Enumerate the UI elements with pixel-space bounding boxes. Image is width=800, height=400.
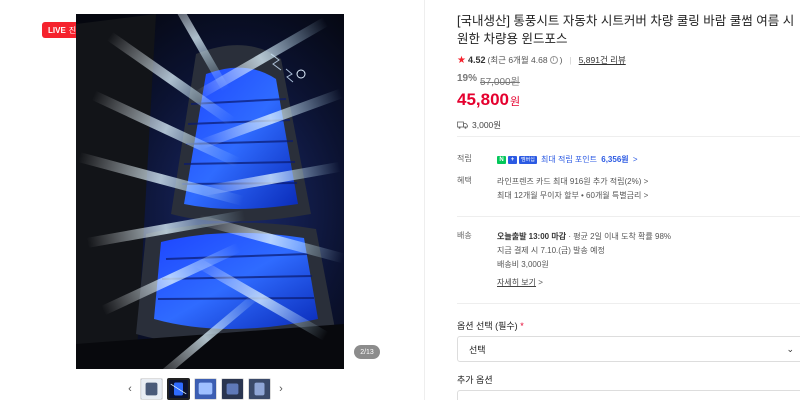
- thumbnail-strip: ‹ ›: [124, 378, 287, 400]
- rating-score: 4.52: [467, 55, 486, 65]
- thumbnail[interactable]: [194, 378, 217, 400]
- chevron-down-icon: ⌄: [786, 344, 794, 354]
- sale-price: 45,800: [457, 90, 509, 109]
- product-gallery: LIVE 진행중 >: [0, 0, 424, 400]
- discount-rate: 19%: [457, 73, 478, 84]
- discount-row: 19% 57,000원: [457, 73, 800, 88]
- benefit-label: 혜택: [457, 176, 472, 185]
- benefit-rows: 라인프렌즈 카드 최대 916원 추가 적립(2%) > 최대 12개월 무이자…: [497, 175, 648, 203]
- arrival-probability: · 평균 2일 이내 도착 확률 98%: [568, 232, 672, 241]
- delivery-detail-link[interactable]: 자세히 보기 >: [497, 276, 671, 290]
- benefit-card-line[interactable]: 라인프렌즈 카드 최대 916원 추가 적립(2%) >: [497, 175, 648, 189]
- naver-n-icon: N: [497, 155, 506, 164]
- main-product-image[interactable]: [76, 14, 344, 369]
- car-seat-cooling-image: [76, 14, 344, 369]
- points-row[interactable]: N + 멤버십 최대 적립 포인트 6,356원 >: [497, 153, 638, 167]
- divider-line: [457, 303, 800, 304]
- price-row: 45,800 원: [457, 90, 800, 110]
- shipping-fee-row: 3,000원: [457, 119, 800, 131]
- rating-row: ★ 4.52 (최근 6개월 4.68 i ) | 5,891건 리뷰: [457, 54, 800, 66]
- chevron-right-icon: >: [632, 155, 638, 164]
- points-text: 최대 적립 포인트: [541, 155, 598, 164]
- points-value: 6,356원: [601, 155, 629, 164]
- recent-rating: (최근 6개월 4.68: [487, 55, 548, 65]
- thumbnail-active[interactable]: [167, 378, 190, 400]
- chevron-right-icon: >: [643, 191, 649, 200]
- extra-option-label: 추가 옵션: [457, 375, 493, 385]
- page-counter: 2/13: [354, 345, 380, 359]
- recent-rating-close: ): [559, 55, 563, 65]
- delivery-fee: 배송비 3,000원: [497, 260, 549, 269]
- required-mark: *: [520, 321, 524, 331]
- benefits-section: 적립 N + 멤버십 최대 적립 포인트 6,356원 > 혜택 라인프렌즈 카…: [457, 153, 800, 205]
- points-label: 적립: [457, 154, 472, 163]
- divider-line: [457, 136, 800, 137]
- star-icon: ★: [457, 54, 466, 66]
- dispatch-cutoff: 오늘출발 13:00 마감: [497, 232, 567, 241]
- live-label: LIVE: [48, 25, 66, 35]
- option-label: 옵션 선택 (필수) *: [457, 321, 524, 331]
- benefit-installment-line[interactable]: 최대 12개월 무이자 할부 • 60개월 특별금리 >: [497, 189, 648, 203]
- chevron-right-icon: >: [643, 177, 649, 186]
- review-count-link[interactable]: 5,891건 리뷰: [579, 54, 626, 66]
- thumbnail[interactable]: [140, 378, 163, 400]
- option-select-value: 선택: [469, 344, 486, 355]
- delivery-label: 배송: [457, 231, 472, 240]
- prev-arrow-icon[interactable]: ‹: [124, 383, 136, 395]
- product-info: [국내생산] 통풍시트 자동차 시트커버 차량 쿨링 바람 쿨썸 여름 시원한 …: [457, 12, 800, 131]
- product-title: [국내생산] 통풍시트 자동차 시트커버 차량 쿨링 바람 쿨썸 여름 시원한 …: [457, 14, 795, 46]
- price-unit: 원: [510, 96, 521, 108]
- truck-icon: [457, 121, 468, 129]
- thumbnail[interactable]: [248, 378, 271, 400]
- membership-label: 멤버십: [519, 155, 537, 164]
- chevron-right-icon: >: [538, 278, 543, 287]
- delivery-section: 배송 오늘출발 13:00 마감 · 평균 2일 이내 도착 확률 98% 지금…: [457, 230, 800, 294]
- delivery-info: 오늘출발 13:00 마감 · 평균 2일 이내 도착 확률 98% 지금 결제…: [497, 230, 671, 290]
- original-price: 57,000원: [480, 77, 520, 88]
- shipping-fee: 3,000원: [472, 120, 502, 130]
- column-divider: [424, 0, 425, 400]
- dispatch-date: 지금 결제 시 7.10.(금) 발송 예정: [497, 246, 605, 255]
- npay-membership-badge: N + 멤버십: [497, 155, 537, 164]
- divider-line: [457, 216, 800, 217]
- plus-icon: +: [508, 155, 517, 164]
- next-arrow-icon[interactable]: ›: [275, 383, 287, 395]
- info-icon[interactable]: i: [549, 56, 558, 64]
- extra-option-select[interactable]: [457, 390, 800, 400]
- option-select[interactable]: 선택 ⌄: [457, 336, 800, 362]
- thumbnail[interactable]: [221, 378, 244, 400]
- separator: |: [569, 55, 572, 65]
